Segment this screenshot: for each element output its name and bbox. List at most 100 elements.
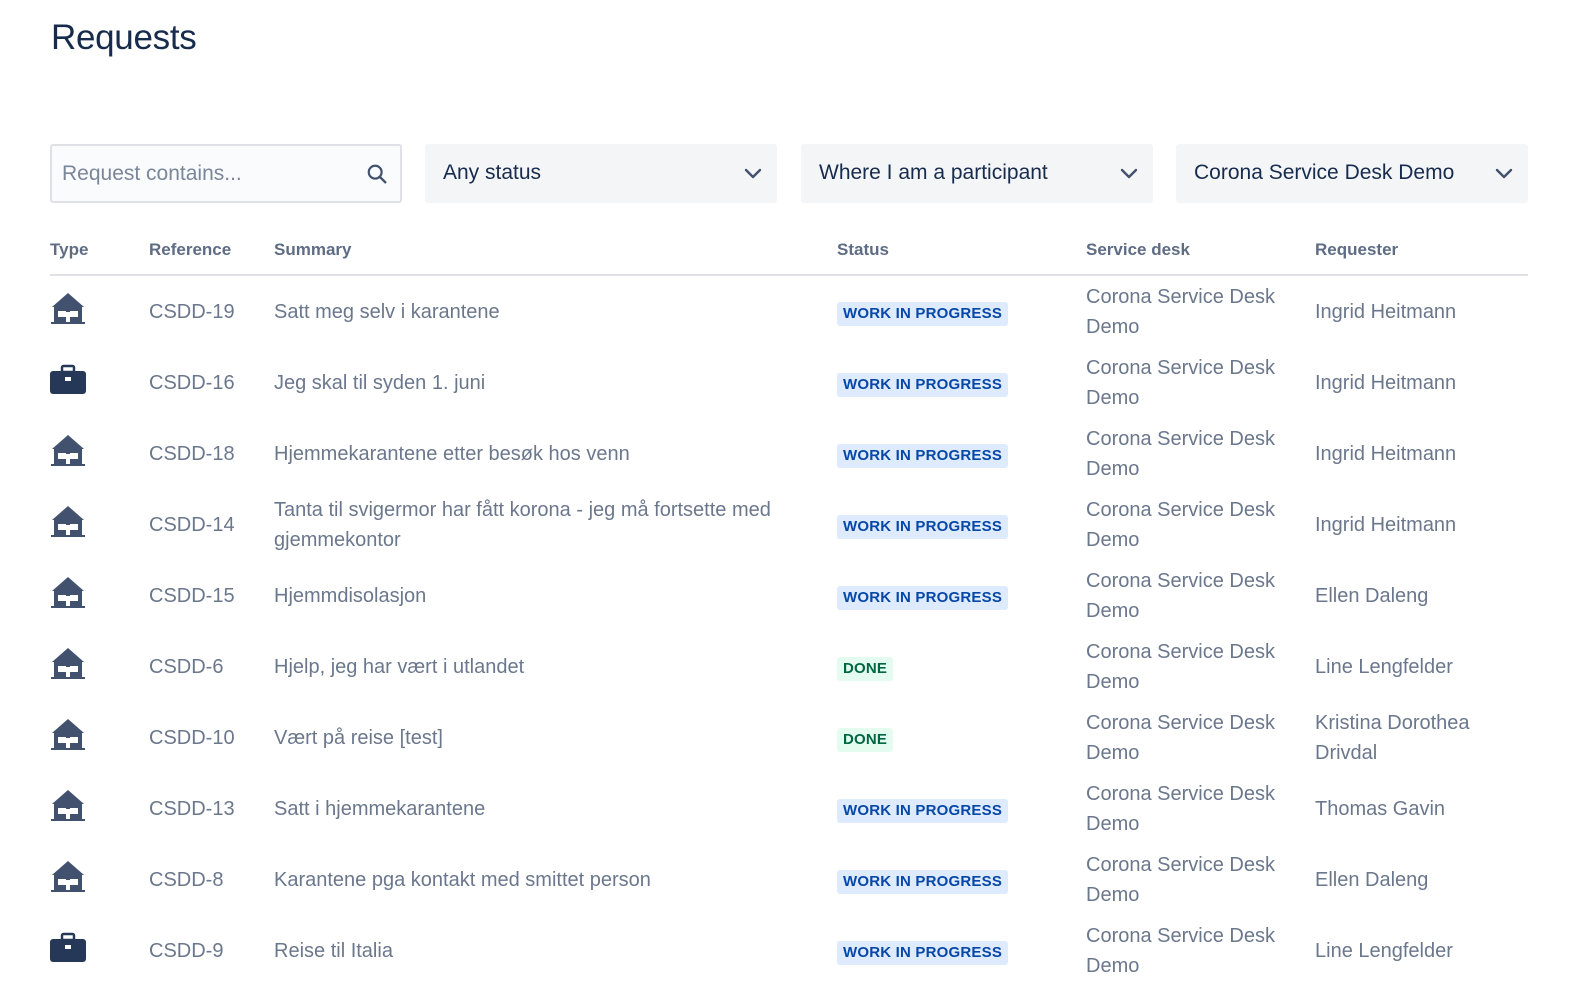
status-badge: WORK IN PROGRESS <box>837 940 1009 965</box>
status-badge: WORK IN PROGRESS <box>837 869 1009 894</box>
table-row[interactable]: CSDD-19 Satt meg selv i karantene WORK IN … <box>50 275 1528 347</box>
table-row[interactable]: CSDD-10 Vært på reise [test] DONE Corona Se… <box>50 702 1528 773</box>
requester-cell: Ingrid Heitmann <box>1315 442 1457 465</box>
house-icon <box>50 574 86 610</box>
chevron-down-icon <box>744 168 762 179</box>
filter-bar: Any status Where I am a participant Coro… <box>50 144 1528 203</box>
service-desk-cell: Corona Service Desk Demo <box>1086 427 1275 480</box>
column-header-service-desk: Service desk <box>1086 240 1315 276</box>
search-field[interactable] <box>50 144 402 203</box>
summary-cell[interactable]: Jeg skal til syden 1. juni <box>274 347 837 418</box>
requester-cell: Ingrid Heitmann <box>1315 300 1457 323</box>
table-row[interactable]: CSDD-8 Karantene pga kontakt med smittet … <box>50 844 1528 915</box>
service-desk-cell: Corona Service Desk Demo <box>1086 356 1275 409</box>
service-desk-select[interactable]: Corona Service Desk Demo <box>1176 144 1528 203</box>
status-cell: DONE <box>837 631 1086 702</box>
requester-cell: Kristina Dorothea Drivdal <box>1315 711 1470 764</box>
requester-cell: Ingrid Heitmann <box>1315 513 1457 536</box>
requests-table: Type Reference Summary Status Service de… <box>50 240 1528 986</box>
reference-cell[interactable]: CSDD-13 <box>149 773 274 844</box>
type-cell <box>50 844 149 915</box>
summary-cell[interactable]: Tanta til svigermor har fått korona - je… <box>274 489 837 560</box>
type-cell <box>50 631 149 702</box>
summary-cell[interactable]: Satt i hjemmekarantene <box>274 773 837 844</box>
briefcase-icon <box>50 361 86 397</box>
table-row[interactable]: CSDD-14 Tanta til svigermor har fått koro… <box>50 489 1528 560</box>
summary-cell[interactable]: Karantene pga kontakt med smittet person <box>274 844 837 915</box>
reference-cell[interactable]: CSDD-8 <box>149 844 274 915</box>
requester-cell: Ingrid Heitmann <box>1315 371 1457 394</box>
requester-cell: Thomas Gavin <box>1315 797 1446 820</box>
status-badge: WORK IN PROGRESS <box>837 372 1009 397</box>
participant-select-value: Where I am a participant <box>819 161 1048 184</box>
service-desk-cell: Corona Service Desk Demo <box>1086 285 1275 338</box>
status-cell: WORK IN PROGRESS <box>837 844 1086 915</box>
table-row[interactable]: CSDD-15 Hjemmdisolasjon WORK IN PROGRESS Co… <box>50 560 1528 631</box>
column-header-status: Status <box>837 240 1086 276</box>
chevron-down-icon <box>1495 168 1513 179</box>
service-desk-cell: Corona Service Desk Demo <box>1086 924 1275 977</box>
type-cell <box>50 915 149 986</box>
status-badge: WORK IN PROGRESS <box>837 798 1009 823</box>
status-cell: WORK IN PROGRESS <box>837 489 1086 560</box>
search-icon[interactable] <box>366 163 388 185</box>
type-cell <box>50 347 149 418</box>
status-cell: WORK IN PROGRESS <box>837 915 1086 986</box>
requests-page: Requests Any status Where I am a partici… <box>0 0 1592 1007</box>
status-select[interactable]: Any status <box>425 144 777 203</box>
table-row[interactable]: CSDD-9 Reise til Italia WORK IN PROGRESS Co… <box>50 915 1528 986</box>
reference-cell[interactable]: CSDD-14 <box>149 489 274 560</box>
status-cell: WORK IN PROGRESS <box>837 275 1086 347</box>
house-icon <box>50 432 86 468</box>
reference-cell[interactable]: CSDD-19 <box>149 275 274 347</box>
search-input[interactable] <box>62 146 352 201</box>
reference-cell[interactable]: CSDD-6 <box>149 631 274 702</box>
participant-select[interactable]: Where I am a participant <box>801 144 1153 203</box>
table-row[interactable]: CSDD-13 Satt i hjemmekarantene WORK IN PRO… <box>50 773 1528 844</box>
requester-cell: Ellen Daleng <box>1315 584 1429 607</box>
page-title: Requests <box>51 18 197 57</box>
service-desk-select-value: Corona Service Desk Demo <box>1194 161 1455 184</box>
reference-cell[interactable]: CSDD-18 <box>149 418 274 489</box>
column-header-type: Type <box>50 240 149 276</box>
summary-cell[interactable]: Hjelp, jeg har vært i utlandet <box>274 631 837 702</box>
summary-cell[interactable]: Satt meg selv i karantene <box>274 275 837 347</box>
type-cell <box>50 275 149 347</box>
reference-cell[interactable]: CSDD-15 <box>149 560 274 631</box>
summary-cell[interactable]: Reise til Italia <box>274 915 837 986</box>
column-header-reference: Reference <box>149 240 274 276</box>
type-cell <box>50 418 149 489</box>
house-icon <box>50 645 86 681</box>
requester-cell: Line Lengfelder <box>1315 655 1453 678</box>
reference-cell[interactable]: CSDD-16 <box>149 347 274 418</box>
type-cell <box>50 773 149 844</box>
service-desk-cell: Corona Service Desk Demo <box>1086 640 1275 693</box>
status-badge: WORK IN PROGRESS <box>837 443 1009 468</box>
type-cell <box>50 560 149 631</box>
summary-cell[interactable]: Vært på reise [test] <box>274 702 837 773</box>
status-cell: DONE <box>837 702 1086 773</box>
table-row[interactable]: CSDD-6 Hjelp, jeg har vært i utlandet DONE… <box>50 631 1528 702</box>
status-badge: WORK IN PROGRESS <box>837 514 1009 539</box>
service-desk-cell: Corona Service Desk Demo <box>1086 498 1275 551</box>
reference-cell[interactable]: CSDD-9 <box>149 915 274 986</box>
status-badge: WORK IN PROGRESS <box>837 301 1009 326</box>
summary-cell[interactable]: Hjemmekarantene etter besøk hos venn <box>274 418 837 489</box>
table-row[interactable]: CSDD-18 Hjemmekarantene etter besøk hos v… <box>50 418 1528 489</box>
service-desk-cell: Corona Service Desk Demo <box>1086 782 1275 835</box>
table-row[interactable]: CSDD-16 Jeg skal til syden 1. juni WORK IN… <box>50 347 1528 418</box>
status-cell: WORK IN PROGRESS <box>837 418 1086 489</box>
requester-cell: Ellen Daleng <box>1315 868 1429 891</box>
reference-cell[interactable]: CSDD-10 <box>149 702 274 773</box>
summary-cell[interactable]: Hjemmdisolasjon <box>274 560 837 631</box>
status-badge: DONE <box>837 656 894 681</box>
house-icon <box>50 716 86 752</box>
table-header-row: Type Reference Summary Status Service de… <box>50 240 1528 276</box>
status-badge: DONE <box>837 727 894 752</box>
table-body: CSDD-19 Satt meg selv i karantene WORK IN … <box>50 275 1528 986</box>
house-icon <box>50 503 86 539</box>
house-icon <box>50 858 86 894</box>
briefcase-icon <box>50 929 86 965</box>
house-icon <box>50 290 86 326</box>
column-header-summary: Summary <box>274 240 837 276</box>
